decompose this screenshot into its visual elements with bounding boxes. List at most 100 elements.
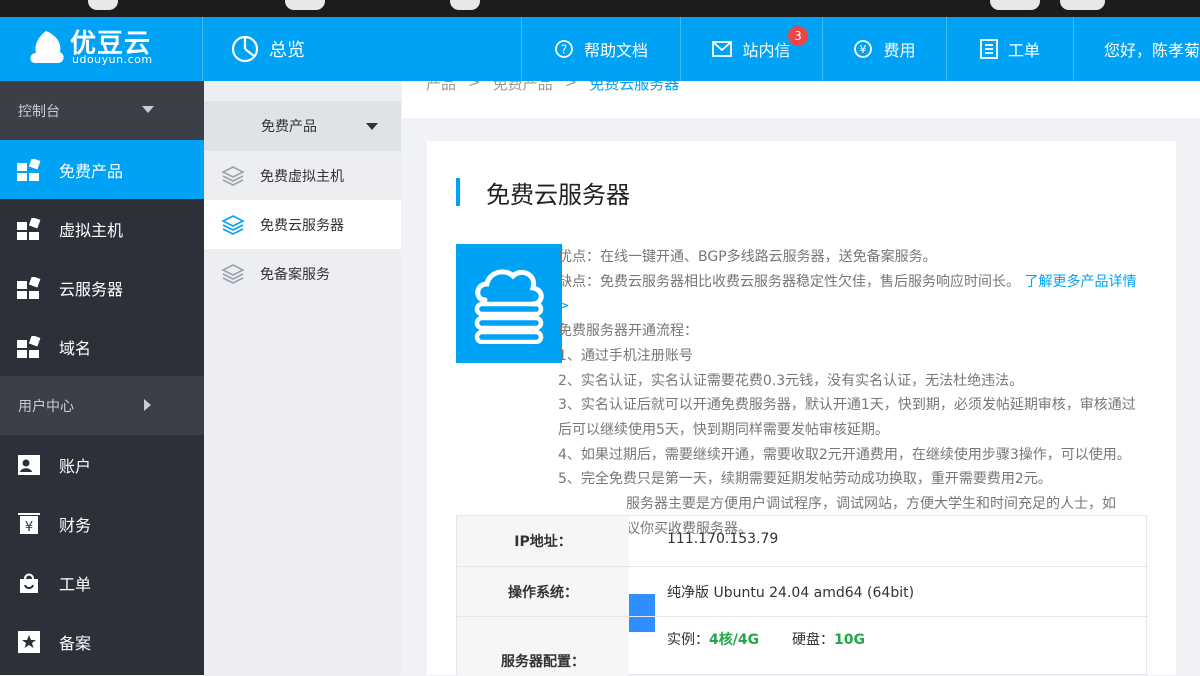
ip-label: IP地址： — [514, 534, 572, 550]
yen-circle-icon: ¥ — [853, 39, 873, 59]
sidebar-item-label: 备案 — [59, 633, 92, 653]
grid-icon — [17, 335, 41, 358]
svg-text:?: ? — [561, 43, 567, 57]
layers-icon — [221, 165, 245, 186]
cloud-server-icon — [474, 268, 544, 344]
sidebar-item-label: 虚拟主机 — [59, 220, 124, 240]
nav-help-docs-label: 帮助文档 — [583, 41, 648, 60]
nav-fees[interactable]: ¥ 费用 — [822, 17, 946, 81]
top-bar: 优豆云 udouyun.com 总览 ? 帮助文档 站内信 3 ¥ 费用 工单 … — [0, 17, 1200, 81]
user-card-icon — [18, 454, 40, 475]
submenu-item-label: 免费虚拟主机 — [260, 168, 344, 185]
user-greeting[interactable]: 您好，陈孝菊 — [1073, 17, 1200, 81]
nav-fees-label: 费用 — [883, 41, 916, 60]
layers-icon — [221, 263, 245, 284]
breadcrumb: 产品 > 免费产品 > 免费云服务器 — [402, 81, 1200, 118]
nav-messages[interactable]: 站内信 3 — [680, 17, 822, 81]
status-blob — [450, 0, 480, 10]
sidebar-item-filing[interactable]: 备案 — [0, 612, 204, 671]
instance-value: 4核/4G — [709, 632, 760, 648]
breadcrumb-current: 免费云服务器 — [589, 81, 680, 93]
desc-line: 5、完全免费只是第一天，续期需要延期发帖劳动成功换取，重开需要费用2元。 — [558, 471, 1052, 488]
sidebar-item-virtual-host[interactable]: 虚拟主机 — [0, 199, 204, 258]
status-blob — [990, 0, 1040, 10]
page-title: 免费云服务器 — [456, 177, 630, 209]
mail-icon — [712, 41, 733, 57]
submenu-header[interactable]: 免费产品 — [204, 101, 401, 151]
grid-icon — [17, 158, 41, 181]
product-description: 优点：在线一键开通、BGP多线路云服务器，送免备案服务。 缺点：免费云服务器相比… — [558, 245, 1148, 541]
os-value: 纯净版 Ubuntu 24.04 amd64 (64bit) — [667, 585, 915, 601]
sidebar-group-user-center[interactable]: 用户中心 — [0, 376, 204, 435]
disk-label: 硬盘： — [792, 632, 834, 648]
submenu-item-no-filing-service[interactable]: 免备案服务 — [204, 249, 401, 298]
sidebar-item-cloud-server[interactable]: 云服务器 — [0, 258, 204, 317]
caret-down-icon — [366, 123, 378, 130]
sidebar: 控制台 免费产品 虚拟主机 云服务器 域名 用户中心 账户 ¥ 财务 工单 备案 — [0, 81, 204, 675]
nav-tickets[interactable]: 工单 — [946, 17, 1073, 81]
desc-line: 4、如果过期后，需要继续开通，需要收取2元开通费用，在继续使用步骤3操作，可以使… — [558, 446, 1131, 463]
status-bar — [0, 0, 1200, 17]
nav-tickets-label: 工单 — [1007, 41, 1040, 60]
sidebar-item-tickets[interactable]: 工单 — [0, 553, 204, 612]
sidebar-item-label: 工单 — [59, 574, 92, 594]
star-doc-icon — [18, 630, 40, 653]
sidebar-group-user-center-label: 用户中心 — [18, 398, 74, 415]
disk-value: 10G — [834, 632, 865, 648]
status-blob — [1060, 0, 1105, 10]
breadcrumb-item[interactable]: 产品 — [426, 81, 456, 94]
svg-text:¥: ¥ — [860, 43, 867, 56]
config-row: 实例：4核/4G 硬盘：10G — [667, 629, 865, 649]
help-circle-icon: ? — [554, 39, 574, 59]
ip-value: 111.170.153.79 — [667, 531, 779, 547]
sidebar-item-label: 财务 — [59, 515, 92, 535]
bag-icon — [20, 573, 38, 593]
nav-overview-label: 总览 — [269, 40, 305, 61]
submenu-title: 免费产品 — [261, 119, 317, 135]
nav-overview[interactable]: 总览 — [230, 34, 305, 64]
server-info-table: IP地址： 111.170.153.79 操作系统： 纯净版 Ubuntu 24… — [456, 515, 1148, 676]
caret-down-icon — [142, 106, 154, 113]
submenu-item-label: 免备案服务 — [260, 266, 330, 283]
desc-line: 3、实名认证后就可以开通免费服务器，默认开通1天，快到期，必须发帖延期审核，审核… — [558, 397, 1136, 438]
layers-icon — [221, 214, 245, 235]
desc-line: 缺点：免费云服务器相比收费云服务器稳定性欠佳，售后服务响应时间长。 了解更多产品… — [558, 273, 1137, 315]
brand-domain: udouyun.com — [72, 53, 153, 66]
message-count-badge: 3 — [788, 26, 808, 46]
row-divider — [457, 616, 1148, 617]
page-title-text: 免费云服务器 — [486, 180, 630, 209]
config-label: 服务器配置： — [501, 654, 585, 670]
sidebar-item-label: 云服务器 — [59, 279, 124, 299]
sidebar-item-domain[interactable]: 域名 — [0, 317, 204, 376]
title-accent-bar — [456, 178, 460, 206]
desc-line: 1、通过手机注册账号 — [558, 347, 693, 364]
sidebar-group-console[interactable]: 控制台 — [0, 81, 204, 140]
sidebar-item-label: 域名 — [59, 338, 92, 358]
submenu-item-free-virtual-host[interactable]: 免费虚拟主机 — [204, 151, 401, 200]
nav-messages-label: 站内信 — [742, 41, 791, 60]
ticket-icon — [980, 39, 998, 59]
sidebar-item-account[interactable]: 账户 — [0, 435, 204, 494]
sidebar-item-label: 账户 — [59, 456, 92, 476]
row-divider — [457, 566, 1148, 567]
submenu: 免费产品 免费虚拟主机 免费云服务器 免备案服务 — [204, 81, 401, 675]
sidebar-item-finance[interactable]: ¥ 财务 — [0, 494, 204, 553]
logo[interactable]: 优豆云 udouyun.com — [0, 17, 203, 81]
sidebar-item-free-products[interactable]: 免费产品 — [0, 140, 204, 199]
desc-line: 免费服务器开通流程： — [558, 323, 698, 340]
finance-icon: ¥ — [18, 512, 40, 535]
breadcrumb-item[interactable]: 免费产品 — [493, 81, 553, 94]
grid-icon — [17, 217, 41, 240]
submenu-item-free-cloud-server[interactable]: 免费云服务器 — [204, 200, 401, 249]
desc-line: 优点：在线一键开通、BGP多线路云服务器，送免备案服务。 — [558, 249, 937, 265]
nav-help-docs[interactable]: ? 帮助文档 — [521, 17, 680, 81]
submenu-item-label: 免费云服务器 — [260, 217, 344, 234]
logo-cloud-icon — [30, 31, 64, 63]
caret-right-icon — [144, 399, 151, 411]
cloud-server-image — [456, 244, 562, 363]
status-blob — [88, 0, 118, 10]
sidebar-group-console-label: 控制台 — [18, 103, 60, 120]
svg-text:¥: ¥ — [25, 520, 33, 535]
desc-line: 服务器主要是方便用户调试程序，调试网站，方便大学生和时间充足的人士，如 — [626, 496, 1116, 513]
sidebar-item-label: 免费产品 — [59, 161, 124, 181]
